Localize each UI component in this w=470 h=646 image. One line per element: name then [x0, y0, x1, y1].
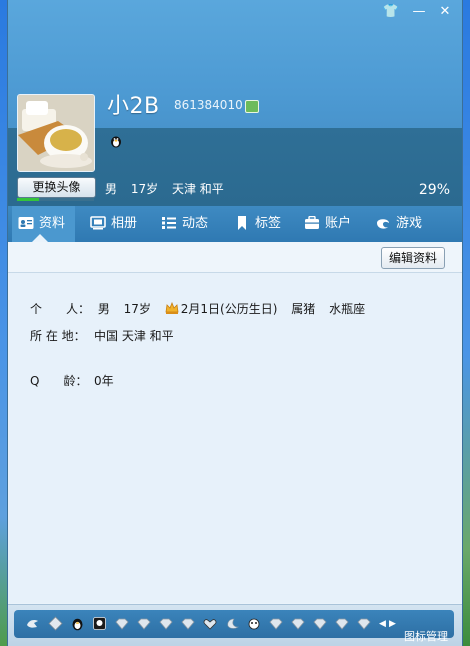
diamond-icon[interactable] [48, 616, 63, 631]
skin-button[interactable]: 👕 [380, 4, 402, 20]
detail-q-age: 0年 [94, 374, 114, 388]
tab-tags[interactable]: 标签 [234, 206, 281, 242]
gem-icon-2[interactable] [137, 618, 151, 630]
qq-number-icon[interactable] [245, 100, 259, 113]
active-tab-pointer [32, 234, 48, 242]
gem-icon-4[interactable] [181, 618, 195, 630]
desktop-edge-right [462, 0, 470, 646]
edit-profile-button[interactable]: 编辑资料 [381, 247, 445, 269]
nickname: 小2B [107, 94, 160, 119]
detail-row-person: 个 人： 男 17岁 2月1日(公历生日) 属猪 水瓶座 [30, 300, 375, 317]
avatar-tea-image [18, 95, 94, 171]
penguin-icon[interactable] [70, 616, 85, 631]
minimize-button[interactable]: — [408, 4, 430, 20]
summary-location: 天津 和平 [171, 182, 224, 196]
tab-feed-label: 动态 [182, 216, 209, 231]
qq-number: 861384010 [174, 98, 243, 112]
scroll-right-arrow[interactable]: ▶ [389, 619, 396, 629]
detail-location-label: 所 在 地： [30, 329, 86, 343]
summary-age: 17岁 [130, 182, 159, 196]
tab-games[interactable]: 游戏 [375, 206, 422, 242]
gem-icon-8[interactable] [335, 618, 349, 630]
detail-location: 中国 天津 和平 [94, 329, 174, 343]
gem-icon-3[interactable] [159, 618, 173, 630]
profile-completion-fill [17, 198, 40, 201]
birthday-crown-icon [165, 301, 179, 314]
desktop-edge-left [0, 0, 8, 646]
bookmark-icon [238, 215, 246, 230]
penguin-icon[interactable] [109, 134, 123, 148]
bird-icon[interactable] [25, 616, 40, 631]
wallet-icon [305, 215, 319, 229]
qq-card-icon[interactable] [92, 616, 107, 631]
tab-album[interactable]: 相册 [90, 206, 137, 242]
completion-percent: 29% [418, 182, 450, 198]
profile-completion-bar [17, 198, 94, 201]
detail-birthday: 2月1日(公历生日) [180, 302, 278, 316]
tab-account[interactable]: 账户 [304, 206, 351, 242]
change-avatar-button[interactable]: 更换头像 [17, 177, 96, 198]
tab-games-label: 游戏 [396, 216, 423, 231]
icon-manage-button[interactable]: 图标管理 [404, 628, 448, 644]
tab-tags-label: 标签 [255, 216, 282, 231]
gem-icon-1[interactable] [115, 618, 129, 630]
detail-row-q-age: Q 龄： 0年 [30, 372, 114, 389]
moon-icon[interactable] [225, 618, 239, 630]
gem-icon-6[interactable] [291, 618, 305, 630]
tab-album-label: 相册 [111, 216, 138, 231]
gem-icon-7[interactable] [313, 618, 327, 630]
profile-summary: 男 17岁 天津 和平 [105, 180, 234, 197]
profile-window: 👕 — ✕ 小2B 861384010 更换头像 男 17岁 天津 和平 29% [8, 0, 462, 646]
profile-card-icon [18, 216, 34, 229]
detail-zodiac: 属猪 [291, 302, 316, 316]
close-button[interactable]: ✕ [434, 4, 456, 20]
detail-gender: 男 [97, 302, 110, 316]
detail-age: 17岁 [123, 302, 151, 316]
pet-icon[interactable] [247, 618, 261, 630]
avatar[interactable] [17, 94, 95, 172]
profile-details [8, 273, 462, 603]
summary-gender: 男 [105, 182, 118, 196]
gem-icon-5[interactable] [269, 618, 283, 630]
detail-q-age-label: Q 龄： [30, 374, 88, 388]
heart-gem-icon[interactable] [203, 618, 217, 630]
tab-feed[interactable]: 动态 [161, 206, 208, 242]
detail-person-label: 个 人： [30, 302, 91, 316]
game-icon [377, 218, 389, 229]
album-icon [90, 215, 106, 229]
scroll-left-arrow[interactable]: ◀ [379, 619, 386, 629]
feed-icon [162, 216, 176, 229]
tab-profile-label: 资料 [39, 216, 66, 231]
gem-icon-9[interactable] [357, 618, 371, 630]
detail-row-location: 所 在 地： 中国 天津 和平 [30, 327, 174, 344]
tab-account-label: 账户 [325, 216, 352, 231]
detail-constellation: 水瓶座 [329, 302, 366, 316]
